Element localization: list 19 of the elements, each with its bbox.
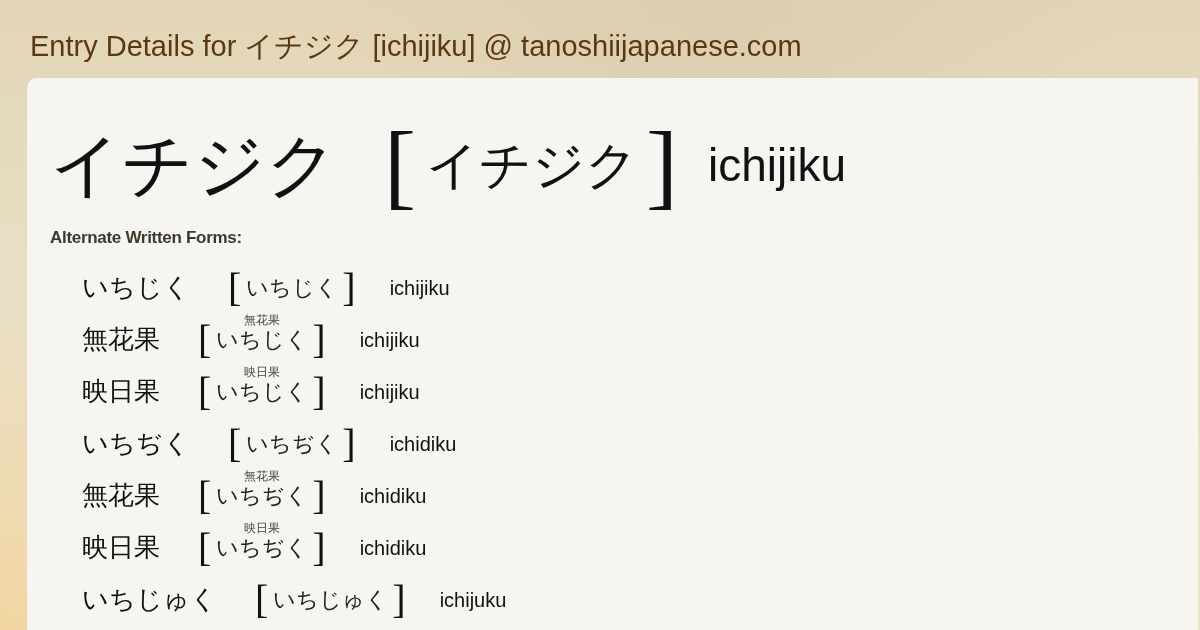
form-romaji: ichijiku [359,328,420,352]
form-word: いちじゅく [82,584,217,616]
form-romaji: ichijiku [359,380,420,404]
form-romaji: ichidiku [359,484,427,508]
entry-reading: [イチジク] [384,117,678,213]
form-word: 無花果 [82,480,160,512]
form-word: いちぢく [82,428,190,460]
form-word: いちじく [82,272,190,304]
form-romaji: ichijiku [389,276,450,300]
section-heading: Alternate Written Forms: [50,228,242,248]
entry-romaji: ichijiku [707,139,846,191]
form-romaji: ichidiku [389,432,457,456]
page-title: Entry Details for イチジク [ichijiku] @ tanoshiijapanese.com [30,29,802,64]
form-word: 映日果 [82,376,160,408]
form-romaji: ichijuku [439,588,507,612]
entry-word: イチジク [50,130,338,200]
form-word: 映日果 [82,532,160,564]
form-word: 無花果 [82,324,160,356]
form-romaji: ichidiku [359,536,427,560]
